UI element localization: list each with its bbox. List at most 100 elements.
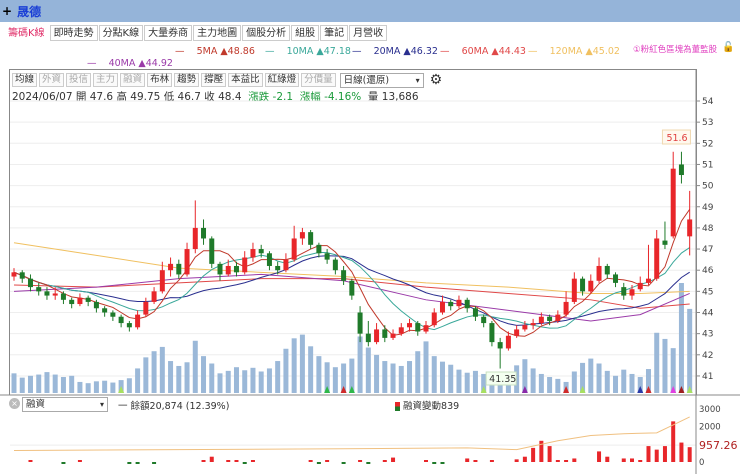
y-tick-label: 49 xyxy=(702,203,714,213)
candle-body xyxy=(374,329,380,343)
volume-bar xyxy=(209,363,215,393)
change-legend: 融資變動839 xyxy=(395,398,459,412)
volume-bar xyxy=(431,356,437,393)
margin-change-bar xyxy=(201,460,206,462)
candle-body xyxy=(102,308,108,313)
close-panel-icon[interactable]: × xyxy=(9,398,20,409)
volume-bar xyxy=(44,372,50,393)
candle-body xyxy=(662,240,668,245)
volume-bar xyxy=(604,370,610,393)
candle-body xyxy=(555,314,561,321)
margin-change-bar xyxy=(209,456,214,462)
margin-change-bar xyxy=(325,460,330,462)
candle-body xyxy=(522,325,528,330)
candle-body xyxy=(629,289,635,296)
volume-bar xyxy=(654,332,660,393)
volume-bar xyxy=(596,363,602,393)
candle-body xyxy=(299,232,305,239)
margin-change-bar xyxy=(308,460,313,462)
margin-change-bar xyxy=(522,456,527,462)
volume-bar xyxy=(291,338,297,393)
volume-bar xyxy=(621,369,627,393)
candle-body xyxy=(637,282,643,290)
indicator-select-value: 融資 xyxy=(26,399,46,410)
margin-change-bar xyxy=(358,460,363,462)
margin-change-bar xyxy=(234,460,239,462)
volume-bar xyxy=(283,348,289,393)
margin-change-bar xyxy=(605,456,610,462)
y-tick-label: 46 xyxy=(702,266,714,276)
candle-body xyxy=(266,253,272,266)
margin-change-bar xyxy=(341,462,346,464)
candle-body xyxy=(456,299,462,307)
candle-body xyxy=(439,301,445,313)
y-tick-label: 45 xyxy=(702,287,713,297)
candle-body xyxy=(431,312,437,326)
candle-body xyxy=(275,265,281,271)
price-chart[interactable]: 41 42 43 44 45 46 47 48 49 50 51 52 53 54 51.6 41.35 0 20… xyxy=(0,0,740,474)
volume-bar xyxy=(538,373,544,393)
margin-change-bar xyxy=(28,460,33,462)
candle-body xyxy=(201,227,207,239)
candle-body xyxy=(242,257,248,273)
volume-bar xyxy=(530,368,536,393)
margin-tick-label: 2000 xyxy=(699,423,721,433)
candle-body xyxy=(209,238,215,264)
candle-body xyxy=(85,297,91,302)
candle-body xyxy=(464,299,470,309)
margin-change-bar xyxy=(555,460,560,462)
volume-bar xyxy=(464,372,470,393)
volume-bar xyxy=(102,380,108,393)
candle-body xyxy=(678,164,684,176)
margin-change-bar xyxy=(152,462,157,464)
candle-body xyxy=(472,308,478,317)
candle-body xyxy=(143,301,149,315)
candle-body xyxy=(159,270,165,292)
margin-change-bar xyxy=(547,446,552,462)
margin-change-bar xyxy=(564,460,569,462)
margin-change-bar xyxy=(77,460,82,462)
margin-change-bar xyxy=(514,459,519,462)
volume-bar xyxy=(588,358,594,393)
candle-body xyxy=(19,272,25,279)
y-tick-label: 42 xyxy=(702,351,713,361)
margin-change-bar xyxy=(572,458,577,462)
candle-body xyxy=(151,291,157,302)
candle-body xyxy=(407,323,413,328)
margin-change-bar xyxy=(662,446,667,462)
volume-bar xyxy=(374,354,380,393)
candle-body xyxy=(93,301,99,309)
volume-bar xyxy=(126,378,132,393)
candle-body xyxy=(398,327,404,334)
candle-body xyxy=(168,263,174,271)
volume-bar xyxy=(382,361,388,393)
candle-body xyxy=(176,263,182,275)
margin-change-bar xyxy=(687,447,692,462)
margin-change-bar xyxy=(391,457,396,462)
volume-bar xyxy=(687,308,693,393)
y-tick-label: 50 xyxy=(702,182,714,192)
candle-body xyxy=(233,265,239,273)
volume-bar xyxy=(217,373,223,393)
volume-bar xyxy=(233,367,239,393)
volume-bar xyxy=(242,370,248,393)
volume-bar xyxy=(613,375,619,393)
volume-bar xyxy=(547,377,553,393)
candle-body xyxy=(291,238,297,260)
candle-body xyxy=(489,323,495,343)
candle-body xyxy=(547,316,553,321)
candle-body xyxy=(77,297,83,305)
change-legend-text: 融資變動839 xyxy=(403,401,460,412)
margin-tick-label: 3000 xyxy=(699,405,721,415)
candle-body xyxy=(52,293,58,296)
candle-body xyxy=(604,265,610,275)
chevron-down-icon: ▾ xyxy=(99,400,104,409)
margin-change-bar xyxy=(630,458,634,462)
candle-body xyxy=(250,249,256,258)
margin-change-bar xyxy=(440,462,445,464)
volume-bar xyxy=(423,341,429,393)
indicator-select[interactable]: 融資 ▾ xyxy=(22,397,108,412)
candle-body xyxy=(505,335,511,349)
volume-bar xyxy=(110,382,116,393)
volume-bar xyxy=(143,357,149,393)
